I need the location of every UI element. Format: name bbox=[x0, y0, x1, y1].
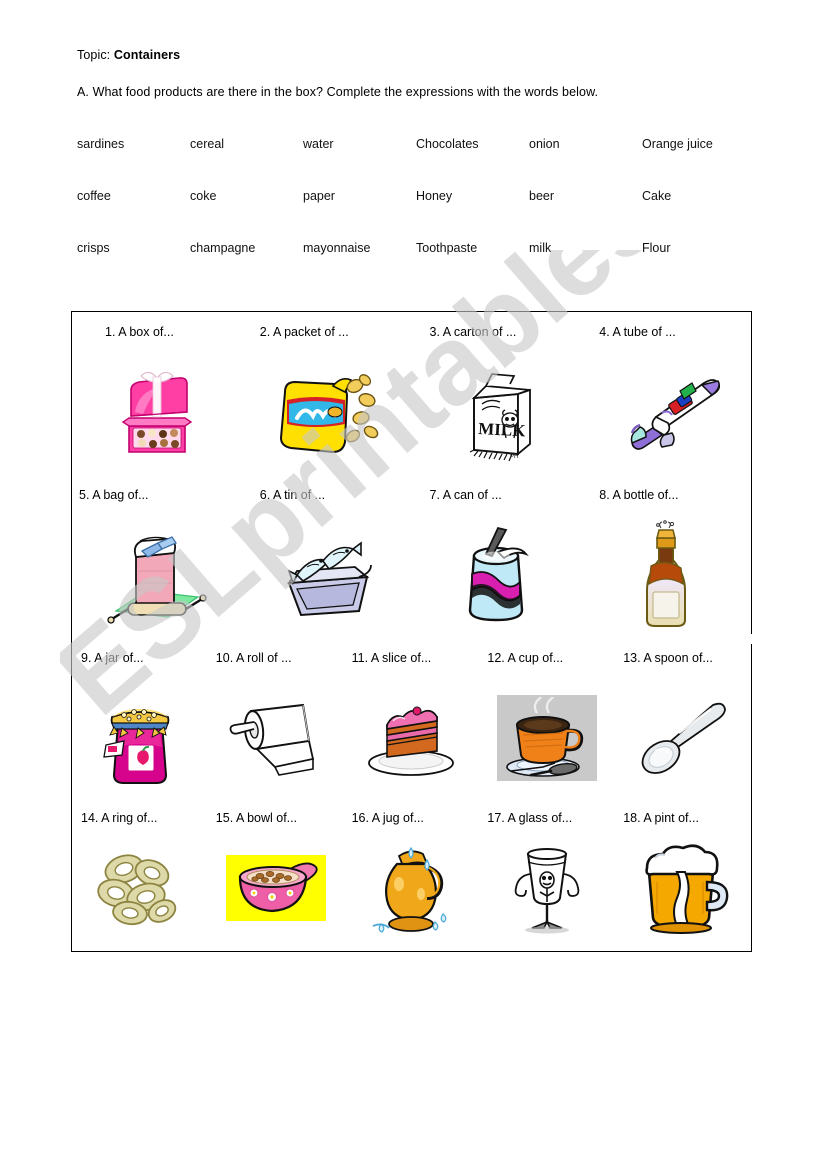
page-title: Topic: Containers bbox=[77, 48, 180, 62]
item-label: 12. A cup of... bbox=[487, 651, 564, 665]
sardine-tin-icon bbox=[242, 502, 412, 653]
word-bank-row: crisps champagne mayonnaise Toothpaste m… bbox=[77, 242, 757, 294]
word-bank-item: Cake bbox=[642, 189, 672, 203]
item-label: 2. A packet of ... bbox=[259, 325, 349, 339]
exercise-item-8: 8. A bottle of... bbox=[581, 489, 751, 652]
exercise-item-3: 3. A carton of ... MILK PH bbox=[412, 326, 582, 489]
toothpaste-tube-icon bbox=[581, 339, 751, 490]
item-label: 8. A bottle of... bbox=[599, 488, 679, 502]
word-bank-item: Honey bbox=[416, 189, 453, 203]
bottle-icon bbox=[581, 502, 751, 653]
exercise-item-14: 14. A ring of... bbox=[72, 812, 208, 952]
word-bank-item: water bbox=[303, 137, 334, 151]
onion-rings-icon bbox=[72, 825, 208, 953]
exercise-item-4: 4. A tube of ... bbox=[581, 326, 751, 489]
item-label: 17. A glass of... bbox=[487, 811, 573, 825]
milk-carton-icon: MILK PH bbox=[412, 339, 582, 490]
word-bank-item: Flour bbox=[642, 241, 671, 255]
item-label: 15. A bowl of... bbox=[215, 811, 298, 825]
cake-slice-icon bbox=[344, 665, 480, 813]
border-gap bbox=[749, 634, 754, 644]
exercise-item-6: 6. A tin of ... bbox=[242, 489, 412, 652]
water-glass-icon bbox=[479, 825, 615, 953]
item-label: 7. A can of ... bbox=[429, 488, 502, 502]
word-bank-item: coke bbox=[190, 189, 217, 203]
item-label: 6. A tin of ... bbox=[259, 488, 326, 502]
word-bank-item: onion bbox=[529, 137, 560, 151]
coffee-cup-icon bbox=[479, 665, 615, 813]
flour-bag-icon bbox=[72, 502, 242, 653]
word-bank-row: coffee coke paper Honey beer Cake bbox=[77, 190, 757, 242]
worksheet-page: Topic: Containers A. What food products … bbox=[0, 0, 821, 1169]
item-label: 18. A pint of... bbox=[623, 811, 699, 825]
svg-text:PH: PH bbox=[510, 454, 518, 460]
exercise-row: 1. A box of... 2. A packet of ... 3. A c… bbox=[72, 326, 751, 489]
item-label: 14. A ring of... bbox=[81, 811, 158, 825]
exercise-item-11: 11. A slice of... bbox=[344, 652, 480, 812]
item-label: 5. A bag of... bbox=[79, 488, 149, 502]
word-bank-item: champagne bbox=[190, 241, 256, 255]
word-bank-item: paper bbox=[303, 189, 335, 203]
item-label: 3. A carton of ... bbox=[429, 325, 517, 339]
topic-value: Containers bbox=[113, 48, 181, 62]
word-bank-item: beer bbox=[529, 189, 555, 203]
exercise-item-10: 10. A roll of ... bbox=[208, 652, 344, 812]
exercise-box: 1. A box of... 2. A packet of ... 3. A c… bbox=[71, 311, 754, 952]
exercise-item-16: 16. A jug of... bbox=[344, 812, 480, 952]
cereal-bowl-icon bbox=[208, 825, 344, 953]
cereal-bowl-tile bbox=[225, 855, 326, 922]
topic-label: Topic: bbox=[77, 48, 111, 62]
soda-can-icon bbox=[412, 502, 582, 653]
word-bank-item: Orange juice bbox=[642, 137, 713, 151]
coffee-cup-tile bbox=[497, 695, 598, 782]
word-bank-item: sardines bbox=[77, 137, 125, 151]
beer-mug-icon bbox=[615, 825, 751, 953]
exercise-row: 14. A ring of... 15. A bowl of... 16. A … bbox=[72, 812, 751, 952]
word-bank-item: cereal bbox=[190, 137, 225, 151]
exercise-item-1: 1. A box of... bbox=[72, 326, 242, 489]
word-bank-item: coffee bbox=[77, 189, 111, 203]
item-label: 13. A spoon of... bbox=[623, 651, 713, 665]
word-bank: sardines cereal water Chocolates onion O… bbox=[77, 138, 757, 294]
exercise-item-13: 13. A spoon of... bbox=[615, 652, 751, 812]
word-bank-item: mayonnaise bbox=[303, 241, 371, 255]
word-bank-item: milk bbox=[529, 241, 552, 255]
item-label: 16. A jug of... bbox=[351, 811, 424, 825]
exercise-item-12: 12. A cup of... bbox=[479, 652, 615, 812]
word-bank-item: Toothpaste bbox=[416, 241, 478, 255]
spoon-icon bbox=[615, 665, 751, 813]
exercise-row: 9. A jar of... 10. A roll of ... 11. A s… bbox=[72, 652, 751, 812]
word-bank-row: sardines cereal water Chocolates onion O… bbox=[77, 138, 757, 190]
word-bank-item: crisps bbox=[77, 241, 110, 255]
item-label: 9. A jar of... bbox=[81, 651, 144, 665]
exercise-item-17: 17. A glass of... bbox=[479, 812, 615, 952]
word-bank-item: Chocolates bbox=[416, 137, 479, 151]
jam-jar-icon bbox=[72, 665, 208, 813]
exercise-item-5: 5. A bag of... bbox=[72, 489, 242, 652]
exercise-item-9: 9. A jar of... bbox=[72, 652, 208, 812]
exercise-item-18: 18. A pint of... bbox=[615, 812, 751, 952]
item-label: 4. A tube of ... bbox=[599, 325, 676, 339]
crisps-packet-icon bbox=[242, 339, 412, 490]
chocolate-box-icon bbox=[72, 339, 242, 490]
instruction-text: A. What food products are there in the b… bbox=[77, 85, 599, 99]
juice-jug-icon bbox=[344, 825, 480, 953]
exercise-item-15: 15. A bowl of... bbox=[208, 812, 344, 952]
item-label: 1. A box of... bbox=[105, 325, 174, 339]
item-label: 11. A slice of... bbox=[351, 651, 432, 665]
exercise-item-2: 2. A packet of ... bbox=[242, 326, 412, 489]
paper-roll-icon bbox=[208, 665, 344, 813]
exercise-row: 5. A bag of... 6. A tin of ... 7. A can … bbox=[72, 489, 751, 652]
exercise-item-7: 7. A can of ... bbox=[412, 489, 582, 652]
item-label: 10. A roll of ... bbox=[215, 651, 292, 665]
